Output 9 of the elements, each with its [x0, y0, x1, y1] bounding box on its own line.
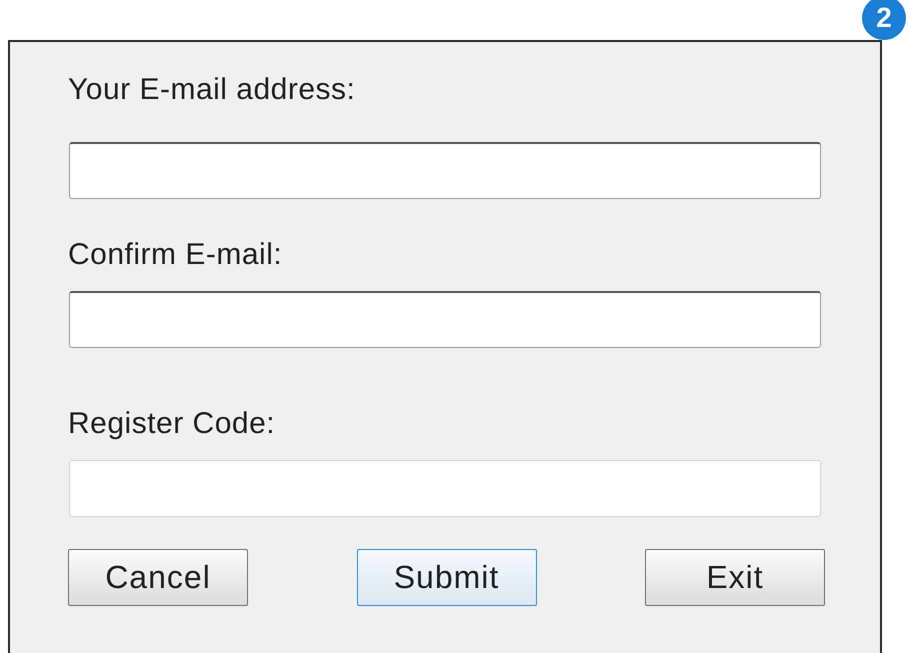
input-field[interactable]	[69, 291, 821, 348]
field-label: Confirm E-mail:	[68, 237, 284, 273]
field-label: Register Code:	[68, 406, 276, 442]
field-label: Your E-mail address:	[68, 72, 356, 108]
dialog-button[interactable]: Cancel	[68, 549, 248, 606]
step-badge: 2	[862, 0, 906, 40]
input-field[interactable]	[69, 142, 821, 199]
dialog-button[interactable]: Submit	[356, 549, 536, 606]
dialog-button[interactable]: Exit	[645, 549, 825, 606]
